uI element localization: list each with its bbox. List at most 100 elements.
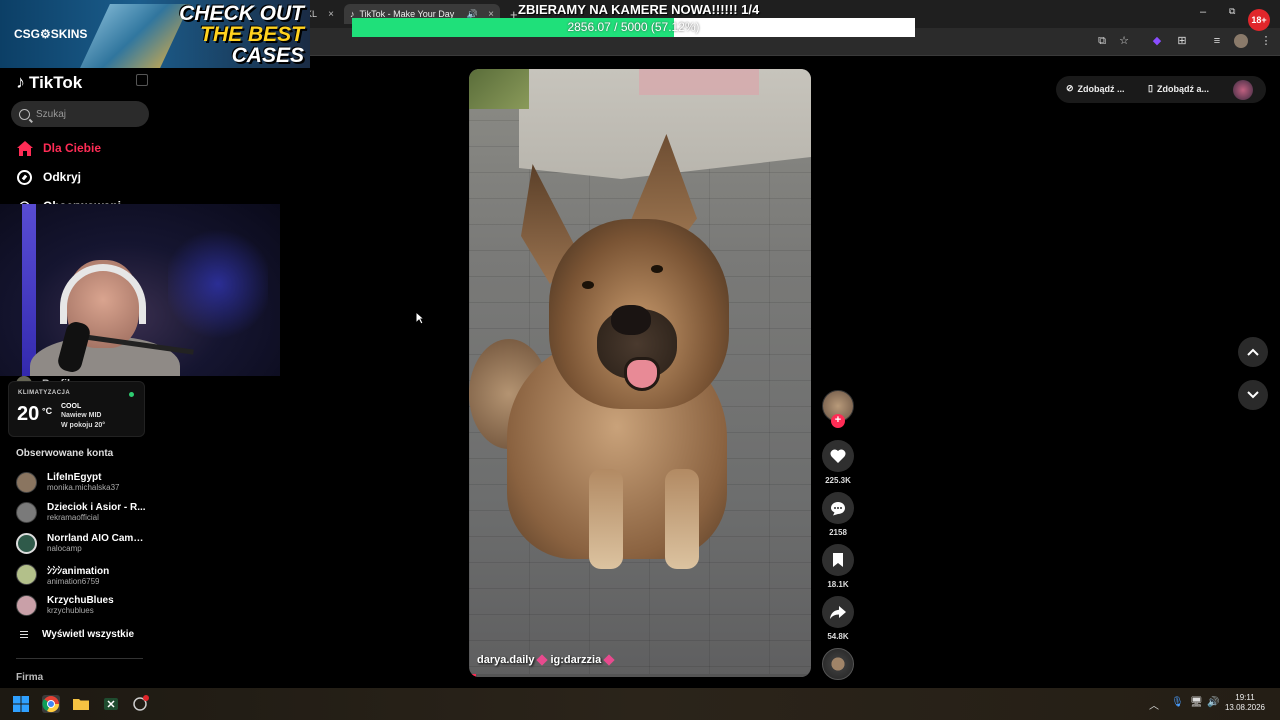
goal-progress-bar: 2856.07 / 5000 (57.12%) <box>352 18 915 37</box>
button-label: Zdobądź a... <box>1156 83 1209 94</box>
account-name: Dzieciok i Asior - R... <box>47 502 146 513</box>
search-input[interactable] <box>36 108 136 120</box>
followed-account[interactable]: Norrland AIO Camp ... nalocamp <box>16 530 151 556</box>
extensions-puzzle-icon[interactable]: ⊞ <box>1175 34 1189 48</box>
promo-line-3: CASES <box>231 44 304 67</box>
collapse-sidebar-icon[interactable] <box>136 74 148 86</box>
like-count: 225.3K <box>825 476 851 485</box>
account-name: Norrland AIO Camp ... <box>47 533 147 544</box>
followed-account[interactable]: KrzychuBlues krzychublues <box>16 592 151 618</box>
app-notification-icon[interactable] <box>131 695 149 713</box>
avatar <box>16 501 37 523</box>
profile-avatar-icon[interactable] <box>1234 34 1248 48</box>
button-label: Zdobądź ... <box>1077 83 1125 94</box>
get-app-button[interactable]: ▯ Zdobądź a... <box>1148 83 1209 94</box>
promo-line-2: THE BEST <box>200 23 304 46</box>
excel-icon[interactable] <box>102 695 120 713</box>
taskbar-clock[interactable]: 19:11 13.08.2026 <box>1222 693 1268 713</box>
coin-icon: ⊘ <box>1066 83 1074 93</box>
phone-icon: ▯ <box>1148 83 1153 93</box>
windows-taskbar <box>0 688 1280 720</box>
chevron-down-icon <box>1247 391 1259 399</box>
avatar <box>16 594 37 616</box>
account-name: ｼｼｼanimation <box>47 566 110 577</box>
follow-plus-icon[interactable]: + <box>831 414 845 428</box>
goal-title: ZBIERAMY NA KAMERE NOWA!!!!!! 1/4 <box>518 2 760 17</box>
account-name: KrzychuBlues <box>47 595 114 606</box>
webcam-overlay <box>0 204 280 376</box>
video-progress-fill <box>469 674 476 677</box>
like-button[interactable] <box>822 440 854 472</box>
nav-for-you[interactable]: Dla Ciebie <box>16 138 101 158</box>
search-icon <box>19 108 30 120</box>
tiktok-logo[interactable]: ♪ TikTok <box>16 72 82 93</box>
avatar <box>16 532 37 554</box>
menu-dots-icon[interactable]: ⋮ <box>1259 34 1273 48</box>
footer-company-link[interactable]: Firma <box>16 672 43 683</box>
heart-icon <box>830 449 846 463</box>
account-username: krzychublues <box>47 606 94 615</box>
search-box[interactable] <box>11 101 149 127</box>
maximize-button[interactable]: ⧉ <box>1229 6 1235 17</box>
bookmark-star-icon[interactable]: ☆ <box>1117 34 1131 48</box>
next-video-button[interactable] <box>1238 380 1268 410</box>
user-avatar[interactable] <box>1233 80 1253 100</box>
followed-account[interactable]: ｼｼｼanimation animation6759 <box>16 561 151 587</box>
comment-count: 2158 <box>829 528 847 537</box>
clock-date: 13.08.2026 <box>1224 703 1266 712</box>
followed-account[interactable]: LifeInEgypt monika.michalska37 <box>16 469 151 495</box>
caption-username[interactable]: darya.daily <box>477 654 534 666</box>
home-icon <box>16 140 33 157</box>
minimize-button[interactable]: – <box>1200 6 1206 18</box>
status-dot-icon <box>129 392 134 397</box>
adult-badge: 18+ <box>1248 9 1270 31</box>
extension-icon[interactable]: ◆ <box>1150 34 1164 48</box>
network-icon[interactable]: 🖥 <box>1190 697 1203 708</box>
tab-close-icon[interactable]: × <box>328 9 334 20</box>
account-username: nalocamp <box>47 544 82 553</box>
video-progress-bar[interactable] <box>469 674 811 677</box>
nav-label: Dla Ciebie <box>43 141 102 155</box>
microphone-icon[interactable]: 🎙 <box>1171 697 1184 708</box>
tiktok-logo-icon: ♪ <box>16 72 25 92</box>
see-all-label: Wyświetl wszystkie <box>42 629 135 640</box>
goal-progress-label: 2856.07 / 5000 (57.12%) <box>567 20 700 34</box>
share-button[interactable] <box>822 596 854 628</box>
account-username: monika.michalska37 <box>47 483 120 492</box>
video-player[interactable]: darya.daily ig:darzzia <box>469 69 811 677</box>
ac-unit: °C <box>42 406 53 416</box>
diamond-icon <box>603 654 615 666</box>
avatar <box>16 471 37 493</box>
volume-icon[interactable]: 🔊 <box>1207 697 1219 708</box>
diamond-icon <box>536 654 549 666</box>
previous-video-button[interactable] <box>1238 337 1268 367</box>
comment-icon <box>831 501 845 515</box>
music-disc-icon[interactable] <box>822 648 854 680</box>
promo-brand: CSG⚙SKINS <box>14 27 88 41</box>
tiktok-logo-text: TikTok <box>29 72 83 92</box>
save-button[interactable] <box>822 544 854 576</box>
chrome-icon[interactable] <box>42 695 60 713</box>
promo-line-1: CHECK OUT <box>179 2 304 25</box>
ac-widget: KLIMATYZACJA 20 °C COOL Nawiew MID W pok… <box>8 381 145 437</box>
bookmark-icon <box>833 553 843 567</box>
nav-explore[interactable]: Odkryj <box>16 167 81 187</box>
compass-icon <box>16 169 33 186</box>
account-username: animation6759 <box>47 577 100 586</box>
see-all-button[interactable]: Wyświetl wszystkie <box>20 629 134 640</box>
get-coins-button[interactable]: ⊘ Zdobądź ... <box>1066 83 1125 94</box>
followed-account[interactable]: Dzieciok i Asior - R... rekramaofficial <box>16 499 151 525</box>
video-caption[interactable]: darya.daily ig:darzzia <box>477 654 615 666</box>
translate-icon[interactable]: ⧉ <box>1095 34 1109 48</box>
tray-chevron-up-icon[interactable]: ︿ <box>1149 697 1159 712</box>
ac-mode: COOL <box>61 403 82 410</box>
media-control-icon[interactable]: ≡ <box>1210 34 1224 48</box>
windows-start-icon[interactable] <box>12 695 30 713</box>
caption-tag: ig:darzzia <box>550 654 602 666</box>
comment-button[interactable] <box>822 492 854 524</box>
account-username: rekramaofficial <box>47 513 99 522</box>
file-explorer-icon[interactable] <box>72 695 90 713</box>
promo-banner: CSG⚙SKINS CHECK OUT THE BEST CASES <box>0 0 310 68</box>
ac-fan: Nawiew MID <box>61 412 102 419</box>
clock-time: 19:11 <box>1235 693 1255 702</box>
